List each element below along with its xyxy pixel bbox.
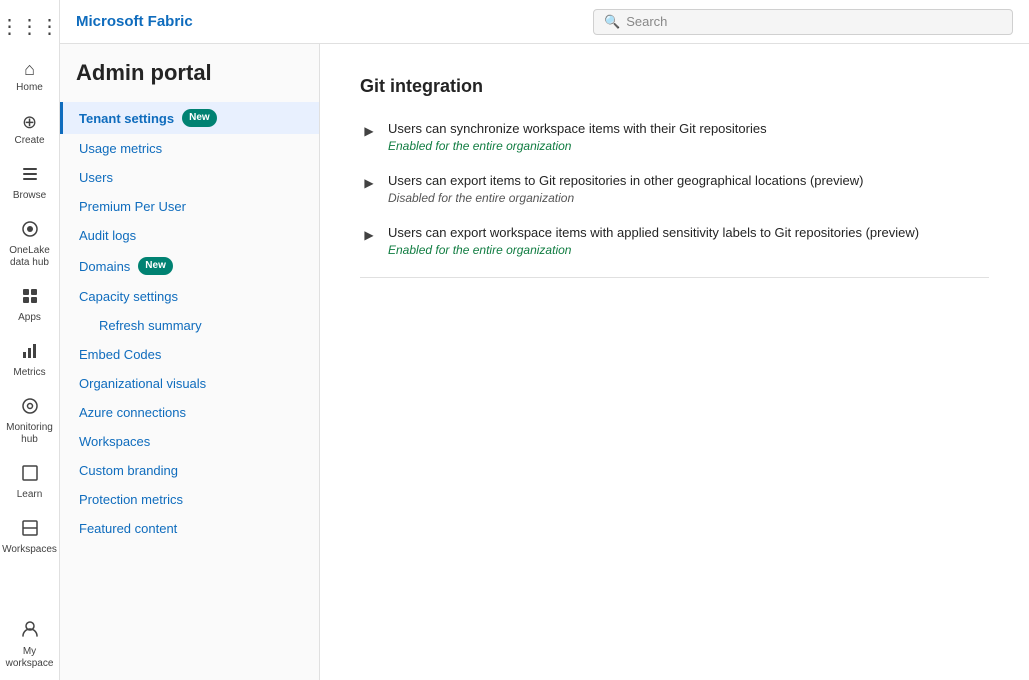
- sidebar-item-domains[interactable]: Domains New: [60, 250, 319, 282]
- sidebar-item-label-featured-content: Featured content: [79, 521, 177, 536]
- badge-tenant-settings: New: [182, 109, 217, 127]
- setting-text-export-sensitivity: Users can export workspace items with ap…: [388, 225, 919, 257]
- sidebar: Admin portal Tenant settings New Usage met…: [60, 44, 320, 680]
- search-icon: 🔍: [604, 14, 620, 30]
- nav-monitoring-label: Monitoring hub: [6, 422, 53, 446]
- sidebar-item-label-protection-metrics: Protection metrics: [79, 492, 183, 507]
- left-nav: ⋮⋮⋮ ⌂ Home ⊕ Create Browse OneLake data …: [0, 0, 60, 680]
- nav-metrics[interactable]: Metrics: [4, 334, 56, 387]
- sidebar-item-label-custom-branding: Custom branding: [79, 463, 178, 478]
- sidebar-item-capacity-settings[interactable]: Capacity settings: [60, 282, 319, 311]
- expand-arrow-export-sensitivity[interactable]: ▶: [360, 226, 378, 244]
- divider: [360, 277, 989, 278]
- search-bar[interactable]: 🔍 Search: [593, 9, 1013, 35]
- sidebar-item-usage-metrics[interactable]: Usage metrics: [60, 134, 319, 163]
- sidebar-item-label-azure-connections: Azure connections: [79, 405, 186, 420]
- setting-text-export-geo: Users can export items to Git repositori…: [388, 173, 863, 205]
- setting-status-export-sensitivity: Enabled for the entire organization: [388, 243, 919, 257]
- nav-monitoring[interactable]: Monitoring hub: [4, 389, 56, 454]
- sidebar-item-label-workspaces: Workspaces: [79, 434, 150, 449]
- nav-home-label: Home: [16, 82, 43, 94]
- setting-export-sensitivity: ▶ Users can export workspace items with a…: [360, 225, 989, 257]
- nav-apps-label: Apps: [18, 312, 41, 324]
- onelake-icon: [21, 220, 39, 243]
- nav-onelake[interactable]: OneLake data hub: [4, 212, 56, 277]
- top-bar: Microsoft Fabric 🔍 Search: [60, 0, 1029, 44]
- nav-dots[interactable]: ⋮⋮⋮: [0, 8, 66, 45]
- page-title: Admin portal: [60, 60, 319, 102]
- expand-arrow-sync-git[interactable]: ▶: [360, 122, 378, 140]
- nav-browse-label: Browse: [13, 190, 46, 202]
- nav-onelake-label: OneLake data hub: [8, 245, 52, 269]
- brand-name: Microsoft Fabric: [76, 13, 193, 30]
- nav-myworkspace-label: My workspace: [6, 646, 54, 670]
- nav-learn[interactable]: Learn: [4, 456, 56, 509]
- nav-home[interactable]: ⌂ Home: [4, 51, 56, 102]
- section-title: Git integration: [360, 76, 989, 97]
- sidebar-item-label-domains: Domains: [79, 259, 130, 274]
- setting-title-export-sensitivity: Users can export workspace items with ap…: [388, 225, 919, 240]
- create-icon: ⊕: [22, 112, 37, 133]
- sidebar-item-users[interactable]: Users: [60, 163, 319, 192]
- home-icon: ⌂: [24, 59, 35, 80]
- setting-status-sync-git: Enabled for the entire organization: [388, 139, 767, 153]
- nav-create-label: Create: [14, 135, 44, 147]
- sidebar-item-label-org-visuals: Organizational visuals: [79, 376, 206, 391]
- sidebar-item-label-embed-codes: Embed Codes: [79, 347, 161, 362]
- nav-apps[interactable]: Apps: [4, 279, 56, 332]
- nav-create[interactable]: ⊕ Create: [4, 104, 56, 155]
- nav-metrics-label: Metrics: [13, 367, 45, 379]
- sidebar-item-audit-logs[interactable]: Audit logs: [60, 221, 319, 250]
- sidebar-item-protection-metrics[interactable]: Protection metrics: [60, 485, 319, 514]
- sidebar-item-label-capacity-settings: Capacity settings: [79, 289, 178, 304]
- learn-icon: [21, 464, 39, 487]
- setting-export-geo: ▶ Users can export items to Git repositor…: [360, 173, 989, 205]
- setting-text-sync-git: Users can synchronize workspace items wi…: [388, 121, 767, 153]
- setting-status-export-geo: Disabled for the entire organization: [388, 191, 863, 205]
- nav-learn-label: Learn: [17, 489, 43, 501]
- content-area: Git integration ▶ Users can synchronize w…: [320, 44, 1029, 680]
- nav-browse[interactable]: Browse: [4, 157, 56, 210]
- main-area: Admin portal Tenant settings New Usage met…: [60, 44, 1029, 680]
- setting-title-sync-git: Users can synchronize workspace items wi…: [388, 121, 767, 136]
- myworkspace-icon: [20, 619, 40, 644]
- sidebar-item-azure-connections[interactable]: Azure connections: [60, 398, 319, 427]
- monitoring-icon: [21, 397, 39, 420]
- nav-myworkspace[interactable]: My workspace: [4, 611, 56, 678]
- sidebar-item-workspaces[interactable]: Workspaces: [60, 427, 319, 456]
- sidebar-item-label-tenant-settings: Tenant settings: [79, 111, 174, 126]
- sidebar-item-refresh-summary[interactable]: Refresh summary: [60, 311, 319, 340]
- setting-sync-git: ▶ Users can synchronize workspace items w…: [360, 121, 989, 153]
- nav-workspaces[interactable]: Workspaces: [4, 511, 56, 564]
- setting-title-export-geo: Users can export items to Git repositori…: [388, 173, 863, 188]
- expand-arrow-export-geo[interactable]: ▶: [360, 174, 378, 192]
- badge-domains: New: [138, 257, 173, 275]
- browse-icon: [21, 165, 39, 188]
- sidebar-item-label-refresh-summary: Refresh summary: [99, 318, 202, 333]
- sidebar-item-tenant-settings[interactable]: Tenant settings New: [60, 102, 319, 134]
- apps-icon: [21, 287, 39, 310]
- sidebar-item-label-audit-logs: Audit logs: [79, 228, 136, 243]
- sidebar-item-label-usage-metrics: Usage metrics: [79, 141, 162, 156]
- sidebar-item-label-premium-per-user: Premium Per User: [79, 199, 186, 214]
- nav-workspaces-label: Workspaces: [2, 544, 57, 556]
- sidebar-item-label-users: Users: [79, 170, 113, 185]
- search-placeholder: Search: [626, 14, 667, 29]
- metrics-icon: [21, 342, 39, 365]
- sidebar-item-premium-per-user[interactable]: Premium Per User: [60, 192, 319, 221]
- sidebar-item-custom-branding[interactable]: Custom branding: [60, 456, 319, 485]
- workspaces-icon: [21, 519, 39, 542]
- sidebar-item-embed-codes[interactable]: Embed Codes: [60, 340, 319, 369]
- sidebar-item-org-visuals[interactable]: Organizational visuals: [60, 369, 319, 398]
- sidebar-item-featured-content[interactable]: Featured content: [60, 514, 319, 543]
